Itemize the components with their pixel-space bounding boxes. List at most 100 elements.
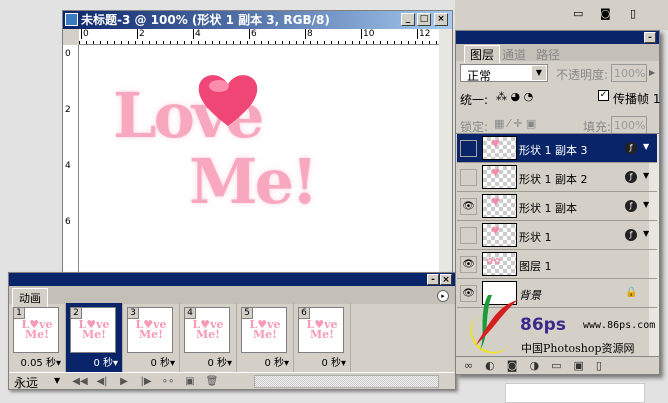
new-layer-icon[interactable]: ▣ [573, 359, 583, 372]
horizontal-ruler: 0 2 4 6 8 10 12 [79, 29, 439, 45]
opacity-input[interactable]: 100% [611, 64, 647, 82]
layer-row[interactable]: ♥ 形状 1 副本 2 ƒ ▼ [457, 163, 657, 192]
ruler-tick: 4 [193, 29, 201, 39]
layer-style-icon[interactable]: ƒ [625, 229, 637, 241]
layer-style-icon[interactable]: ƒ [625, 142, 637, 154]
frame-art: L♥ve Me! [305, 319, 339, 341]
layer-row[interactable]: 👁 ✿✿ 图层 1 [457, 250, 657, 279]
frame-thumbnail: 4 L♥ve Me! [184, 307, 230, 353]
panel-menu-icon[interactable]: ▸ [437, 290, 449, 302]
layer-thumbnail: ✿✿ [482, 252, 517, 276]
minimize-button[interactable]: _ [401, 13, 415, 26]
eye-icon[interactable]: 👁 [460, 256, 477, 273]
animation-control-button[interactable]: 🗑 [201, 376, 223, 387]
frame-thumbnail: 6 L♥ve Me! [298, 307, 344, 353]
frame-thumbnail: 3 L♥ve Me! [127, 307, 173, 353]
propagate-checkbox[interactable]: ✓ [598, 90, 609, 101]
frame-art: L♥ve Me! [20, 319, 54, 340]
vertical-scrollbar[interactable] [439, 29, 452, 272]
taskbar-ime [505, 383, 645, 403]
expand-icon[interactable]: ▼ [643, 229, 649, 238]
layer-row[interactable]: ♥ 形状 1 副本 3 ƒ ▼ [457, 134, 657, 163]
layer-row[interactable]: ♥ 形状 1 ƒ ▼ [457, 221, 657, 250]
ruler-tick: 6 [65, 217, 71, 227]
loop-dropdown-icon[interactable]: ▼ [54, 376, 60, 385]
trash-icon[interactable]: ▯ [596, 359, 602, 372]
blend-mode-select[interactable]: 正常 ▼ [460, 64, 548, 83]
document-window: 未标题-3 @ 100% (形状 1 副本 3, RGB/8) _ □ × 0 2… [62, 10, 453, 272]
tab-layers[interactable]: 图层 [464, 45, 501, 63]
palette-icon[interactable]: ▭ [573, 7, 583, 20]
animation-frame[interactable]: 2 L♥ve Me! 0 秒▾ [66, 303, 123, 372]
thumb-text: Me! [81, 328, 106, 341]
watermark-brand: 86ps [520, 315, 566, 335]
animation-control-button[interactable]: ▣ [179, 376, 201, 387]
adjustment-icon[interactable]: ◑ [529, 359, 539, 372]
fill-input[interactable]: 100% [611, 116, 647, 134]
expand-icon[interactable]: ▼ [643, 142, 649, 151]
layer-name: 形状 1 副本 2 [519, 173, 588, 186]
canvas[interactable]: Love Me! [79, 45, 439, 272]
watermark-site: 中国Photoshop资源网 [521, 342, 635, 355]
animation-frame[interactable]: 5 L♥ve Me! 0 秒▾ [237, 303, 294, 372]
ruler-tick: 0 [81, 29, 89, 39]
frame-delay[interactable]: 0 秒▾ [150, 354, 175, 369]
camera-icon[interactable]: ◙ [600, 7, 611, 20]
layer-style-icon[interactable]: ƒ [625, 171, 637, 183]
animation-control-button[interactable]: |▶ [135, 376, 157, 387]
layer-thumbnail: ♥ [482, 136, 517, 160]
visibility-toggle[interactable] [460, 169, 477, 186]
expand-icon[interactable]: ▼ [643, 200, 649, 209]
animation-frame[interactable]: 1 L♥ve Me! 0.05 秒▾ [9, 303, 66, 372]
lock-icons[interactable]: ▦ ⁄ ✛ ▣ [494, 117, 536, 130]
mask-icon[interactable]: ◙ [507, 359, 518, 372]
folder-icon[interactable]: ▭ [551, 359, 561, 372]
frame-art: L♥ve Me! [248, 319, 282, 340]
animation-controls: 永远 ▼ ◀◀ ◀| ▶ |▶ ∘∘ ▣ 🗑 [9, 372, 455, 391]
frame-art: L♥ve Me! [191, 319, 225, 341]
watermark-url: www.86ps.com [583, 320, 656, 331]
layer-row[interactable]: 👁 ♥ 形状 1 副本 ƒ ▼ [457, 192, 657, 221]
link-icon[interactable]: ∞ [464, 359, 473, 372]
tab-paths[interactable]: 路径 [536, 46, 560, 63]
animation-control-button[interactable]: ∘∘ [157, 376, 179, 387]
panel-minimize[interactable]: - [427, 274, 439, 285]
trash-icon[interactable]: ▯ [630, 7, 636, 20]
animation-frame[interactable]: 4 L♥ve Me! 0 秒▾ [180, 303, 237, 372]
loop-select[interactable]: 永远 [14, 374, 38, 391]
animation-control-button[interactable]: ◀◀ [69, 376, 91, 387]
frame-delay[interactable]: 0 秒▾ [264, 354, 289, 369]
panel-minimize[interactable]: - [644, 32, 656, 43]
unify-icons[interactable]: ⁂ ◕ ◔ [496, 90, 533, 103]
frame-delay[interactable]: 0 秒▾ [207, 354, 232, 369]
animation-frame[interactable]: 6 L♥ve Me! 0 秒▾ [294, 303, 351, 372]
frames-scrollbar[interactable] [254, 375, 439, 388]
ruler-tick: 10 [361, 29, 375, 39]
thumb-text: Me! [195, 328, 220, 341]
tab-channels[interactable]: 通道 [502, 46, 526, 63]
eye-icon[interactable]: 👁 [460, 198, 477, 215]
layer-style-icon[interactable]: ƒ [625, 200, 637, 212]
frame-delay[interactable]: 0.05 秒▾ [21, 354, 61, 369]
close-button[interactable]: × [434, 13, 448, 26]
layer-name: 形状 1 [519, 231, 552, 244]
top-toolbar: ▭ ◙ ▯ [455, 0, 668, 30]
frame-delay[interactable]: 0 秒▾ [93, 354, 118, 369]
watermark-logo: 86ps www.86ps.com 中国Photoshop资源网 [458, 295, 655, 357]
layer-thumbnail: ♥ [482, 194, 517, 218]
expand-icon[interactable]: ▼ [643, 171, 649, 180]
fx-icon[interactable]: ◐ [485, 359, 495, 372]
frame-art: L♥ve Me! [77, 319, 111, 341]
ruler-tick: 8 [305, 29, 313, 39]
animation-control-button[interactable]: ◀| [91, 376, 113, 387]
visibility-toggle[interactable] [460, 140, 477, 157]
animation-control-button[interactable]: ▶ [113, 376, 135, 387]
thumb-text: Me! [309, 328, 334, 341]
frame-art: L♥ve Me! [134, 319, 168, 340]
vertical-ruler: 0 2 4 6 [63, 45, 79, 272]
panel-close[interactable]: × [440, 274, 452, 285]
maximize-button[interactable]: □ [417, 13, 431, 26]
animation-frame[interactable]: 3 L♥ve Me! 0 秒▾ [123, 303, 180, 372]
frame-delay[interactable]: 0 秒▾ [321, 354, 346, 369]
visibility-toggle[interactable] [460, 227, 477, 244]
